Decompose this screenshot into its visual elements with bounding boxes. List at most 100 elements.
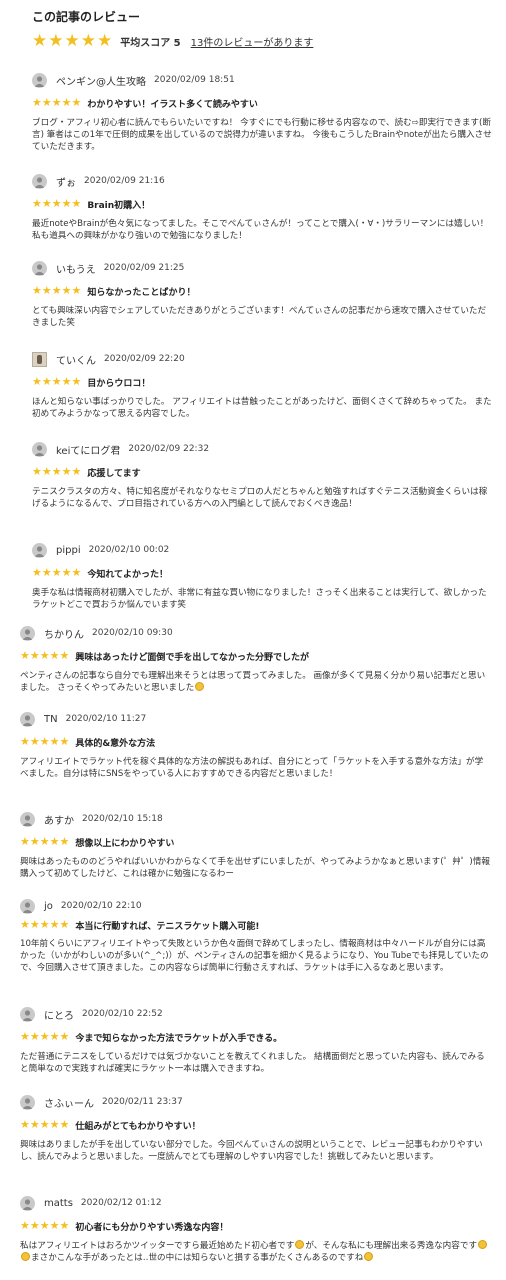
review-title: 今まで知らなかった方法でラケットが入手できる。 bbox=[75, 1033, 283, 1044]
review-meta: あすか 2020/02/10 15:18 bbox=[20, 810, 490, 828]
rating-stars: ★★★★★ bbox=[32, 197, 82, 210]
review-title-row: ★★★★★ 本当に行動すれば、テニスラケット購入可能! bbox=[20, 918, 490, 932]
review-meta: にとろ 2020/02/10 22:52 bbox=[20, 1005, 490, 1023]
review-text: まさかこんな手があったとは‥世の中には知らないと損する事がたくさんあるのですね bbox=[31, 1253, 364, 1263]
user-avatar-photo-icon bbox=[32, 351, 47, 367]
review-date: 2020/02/10 22:52 bbox=[82, 1009, 163, 1019]
rating-stars: ★★★★★ bbox=[20, 835, 70, 848]
reviewer-name: keiてにログ君 bbox=[56, 445, 121, 457]
reviewer-name: pippi bbox=[56, 544, 81, 556]
reviewer-name: jo bbox=[44, 900, 53, 912]
review-body: 興味はあったもののどうやればいいかわからなくて手を出せずにいましたが、やってみよ… bbox=[20, 856, 490, 880]
review-title-row: ★★★★★ 初心者にも分かりやすい秀逸な内容！ bbox=[20, 1219, 490, 1233]
rating-stars: ★★★★★ bbox=[20, 1118, 70, 1131]
review-title-row: ★★★★★ 目からウロコ！ bbox=[32, 375, 494, 389]
review-item: ちかりん 2020/02/10 09:30 ★★★★★ 興味はあったけど面倒で手… bbox=[20, 624, 490, 694]
rating-stars: ★★★★★ bbox=[20, 918, 70, 931]
review-text: 私はアフィリエイトはおろかツイッターですら最近始めたド初心者です bbox=[20, 1241, 295, 1251]
review-item: いもうえ 2020/02/09 21:25 ★★★★★ 知らなかったことばかり！… bbox=[32, 259, 494, 329]
review-meta: matts 2020/02/12 01:12 bbox=[20, 1194, 490, 1212]
review-count-link[interactable]: 13件のレビューがあります bbox=[191, 34, 314, 49]
user-avatar-icon bbox=[20, 625, 35, 641]
user-avatar-icon bbox=[32, 260, 47, 276]
review-body: 10年前くらいにアフィリエイトやって失敗というか色々面倒で辞めてしまったし、情報… bbox=[20, 938, 490, 974]
review-title: 今知れてよかった！ bbox=[87, 569, 169, 580]
user-avatar-icon bbox=[20, 811, 35, 827]
review-item: ずぉ 2020/02/09 21:16 ★★★★★ Brain初購入！ 最近no… bbox=[32, 172, 494, 242]
review-title-row: ★★★★★ 今知れてよかった！ bbox=[32, 566, 494, 580]
review-body: アフィリエイトでラケット代を稼ぐ具体的な方法の解説もあれば、自分にとって「ラケッ… bbox=[20, 756, 490, 780]
rating-stars: ★★★★★ bbox=[20, 735, 70, 748]
review-date: 2020/02/12 01:12 bbox=[80, 1198, 162, 1208]
review-date: 2020/02/10 22:10 bbox=[60, 901, 142, 911]
review-date: 2020/02/09 21:16 bbox=[84, 176, 165, 186]
review-text: アフィリエイトでラケット代を稼ぐ具体的な方法の解説もあれば、自分にとって「ラケッ… bbox=[20, 757, 484, 779]
review-meta: pippi 2020/02/10 00:02 bbox=[32, 541, 494, 559]
review-date: 2020/02/10 11:27 bbox=[65, 714, 147, 724]
rating-stars: ★★★★★ bbox=[32, 375, 82, 388]
review-body: 最近noteやBrainが色々気になってました。そこでぺんてぃさんが！ってことで… bbox=[32, 218, 494, 242]
review-title: 具体的&意外な方法 bbox=[75, 738, 156, 749]
review-body: 私はアフィリエイトはおろかツイッターですら最近始めたド初心者です が、そんな私にも… bbox=[20, 1240, 490, 1264]
review-date: 2020/02/10 09:30 bbox=[92, 628, 173, 638]
review-title-row: ★★★★★ 想像以上にわかりやすい bbox=[20, 835, 490, 849]
review-title: 想像以上にわかりやすい bbox=[75, 838, 175, 849]
review-item: matts 2020/02/12 01:12 ★★★★★ 初心者にも分かりやすい… bbox=[20, 1194, 490, 1264]
user-avatar-icon bbox=[20, 1094, 35, 1110]
review-meta: TN 2020/02/10 11:27 bbox=[20, 710, 490, 728]
reviewer-name: ずぉ bbox=[56, 177, 76, 189]
review-meta: ていくん 2020/02/09 22:20 bbox=[32, 350, 494, 368]
review-text: とても興味深い内容でシェアしていただきありがとうございます！ぺんてぃさんの記事だ… bbox=[32, 306, 487, 328]
user-avatar-icon bbox=[32, 72, 47, 88]
reviewer-name: にとろ bbox=[44, 1010, 74, 1022]
reviewer-name: TN bbox=[44, 713, 58, 725]
review-title-row: ★★★★★ 興味はあったけど面倒で手を出してなかった分野でしたが bbox=[20, 649, 490, 663]
average-score: 平均スコア 5 bbox=[120, 37, 181, 49]
review-body: 奥手な私は情報商材初購入でしたが、非常に有益な買い物になりました！さっそく出来る… bbox=[32, 587, 494, 611]
review-meta: ずぉ 2020/02/09 21:16 bbox=[32, 172, 494, 190]
review-date: 2020/02/11 23:37 bbox=[102, 1097, 183, 1107]
review-body: ただ普通にテニスをしているだけでは気づかないことを教えてくれました。 結構面倒だ… bbox=[20, 1051, 490, 1075]
review-meta: いもうえ 2020/02/09 21:25 bbox=[32, 259, 494, 277]
review-text: ペンティさんの記事なら自分でも理解出来そうとは思って買ってみました。 画像が多く… bbox=[20, 671, 486, 693]
average-stars: ★★★★★ bbox=[32, 31, 114, 51]
review-text: 奥手な私は情報商材初購入でしたが、非常に有益な買い物になりました！さっそく出来る… bbox=[32, 588, 487, 610]
review-title: わかりやすい！イラスト多くて読みやすい bbox=[87, 99, 258, 110]
reviewer-name: ペンギン@人生攻略 bbox=[56, 76, 146, 88]
review-item: ていくん 2020/02/09 22:20 ★★★★★ 目からウロコ！ ほんと知… bbox=[32, 350, 494, 420]
review-body: ペンティさんの記事なら自分でも理解出来そうとは思って買ってみました。 画像が多く… bbox=[20, 670, 490, 694]
review-meta: ペンギン@人生攻略 2020/02/09 18:51 bbox=[32, 71, 494, 89]
user-avatar-icon bbox=[32, 441, 47, 457]
review-text: テニスクラスタの方々、特に知名度がそれなりなセミプロの人だとちゃんと勉強すればす… bbox=[32, 487, 488, 509]
rating-stars: ★★★★★ bbox=[32, 566, 82, 579]
review-title-row: ★★★★★ 知らなかったことばかり！ bbox=[32, 284, 494, 298]
smile-emoji-icon bbox=[195, 682, 205, 691]
rating-stars: ★★★★★ bbox=[32, 96, 82, 109]
review-date: 2020/02/09 22:32 bbox=[128, 444, 210, 454]
review-date: 2020/02/10 15:18 bbox=[82, 814, 163, 824]
review-section: この記事のレビュー ★★★★★ 平均スコア 5 13件のレビューがあります ペン… bbox=[0, 0, 506, 1280]
review-date: 2020/02/10 00:02 bbox=[88, 545, 170, 555]
review-text: ただ普通にテニスをしているだけでは気づかないことを教えてくれました。 結構面倒だ… bbox=[20, 1052, 485, 1074]
review-title: 興味はあったけど面倒で手を出してなかった分野でしたが bbox=[75, 652, 310, 663]
smile-emoji-icon bbox=[478, 1240, 488, 1249]
review-text: 10年前くらいにアフィリエイトやって失敗というか色々面倒で辞めてしまったし、情報… bbox=[20, 939, 489, 973]
review-item: にとろ 2020/02/10 22:52 ★★★★★ 今まで知らなかった方法でラ… bbox=[20, 1005, 490, 1075]
review-text: 最近noteやBrainが色々気になってました。そこでぺんてぃさんが！ってことで… bbox=[32, 219, 489, 241]
review-text: が、そんな私にも理解出来る秀逸な内容です bbox=[305, 1241, 478, 1251]
review-title-row: ★★★★★ 応援してます bbox=[32, 465, 494, 479]
rating-stars: ★★★★★ bbox=[32, 284, 82, 297]
review-title: 目からウロコ！ bbox=[87, 378, 151, 389]
review-item: TN 2020/02/10 11:27 ★★★★★ 具体的&意外な方法 アフィリ… bbox=[20, 710, 490, 780]
summary-row: ★★★★★ 平均スコア 5 13件のレビューがあります bbox=[32, 32, 492, 50]
review-title: 応援してます bbox=[87, 468, 141, 479]
review-body: ブログ・アフィリ初心者に読んでもらいたいですね！ 今すぐにでも行動に移せる内容な… bbox=[32, 117, 494, 153]
smile-emoji-icon bbox=[21, 1252, 30, 1261]
reviewer-name: ちかりん bbox=[44, 629, 84, 641]
review-text: ブログ・アフィリ初心者に読んでもらいたいですね！ 今すぐにでも行動に移せる内容な… bbox=[32, 118, 492, 152]
review-title-row: ★★★★★ 仕組みがとてもわかりやすい！ bbox=[20, 1118, 490, 1132]
review-item: keiてにログ君 2020/02/09 22:32 ★★★★★ 応援してます テ… bbox=[32, 440, 494, 510]
review-title-row: ★★★★★ Brain初購入！ bbox=[32, 197, 494, 211]
user-avatar-icon bbox=[20, 711, 35, 727]
review-header: この記事のレビュー ★★★★★ 平均スコア 5 13件のレビューがあります bbox=[32, 9, 492, 50]
